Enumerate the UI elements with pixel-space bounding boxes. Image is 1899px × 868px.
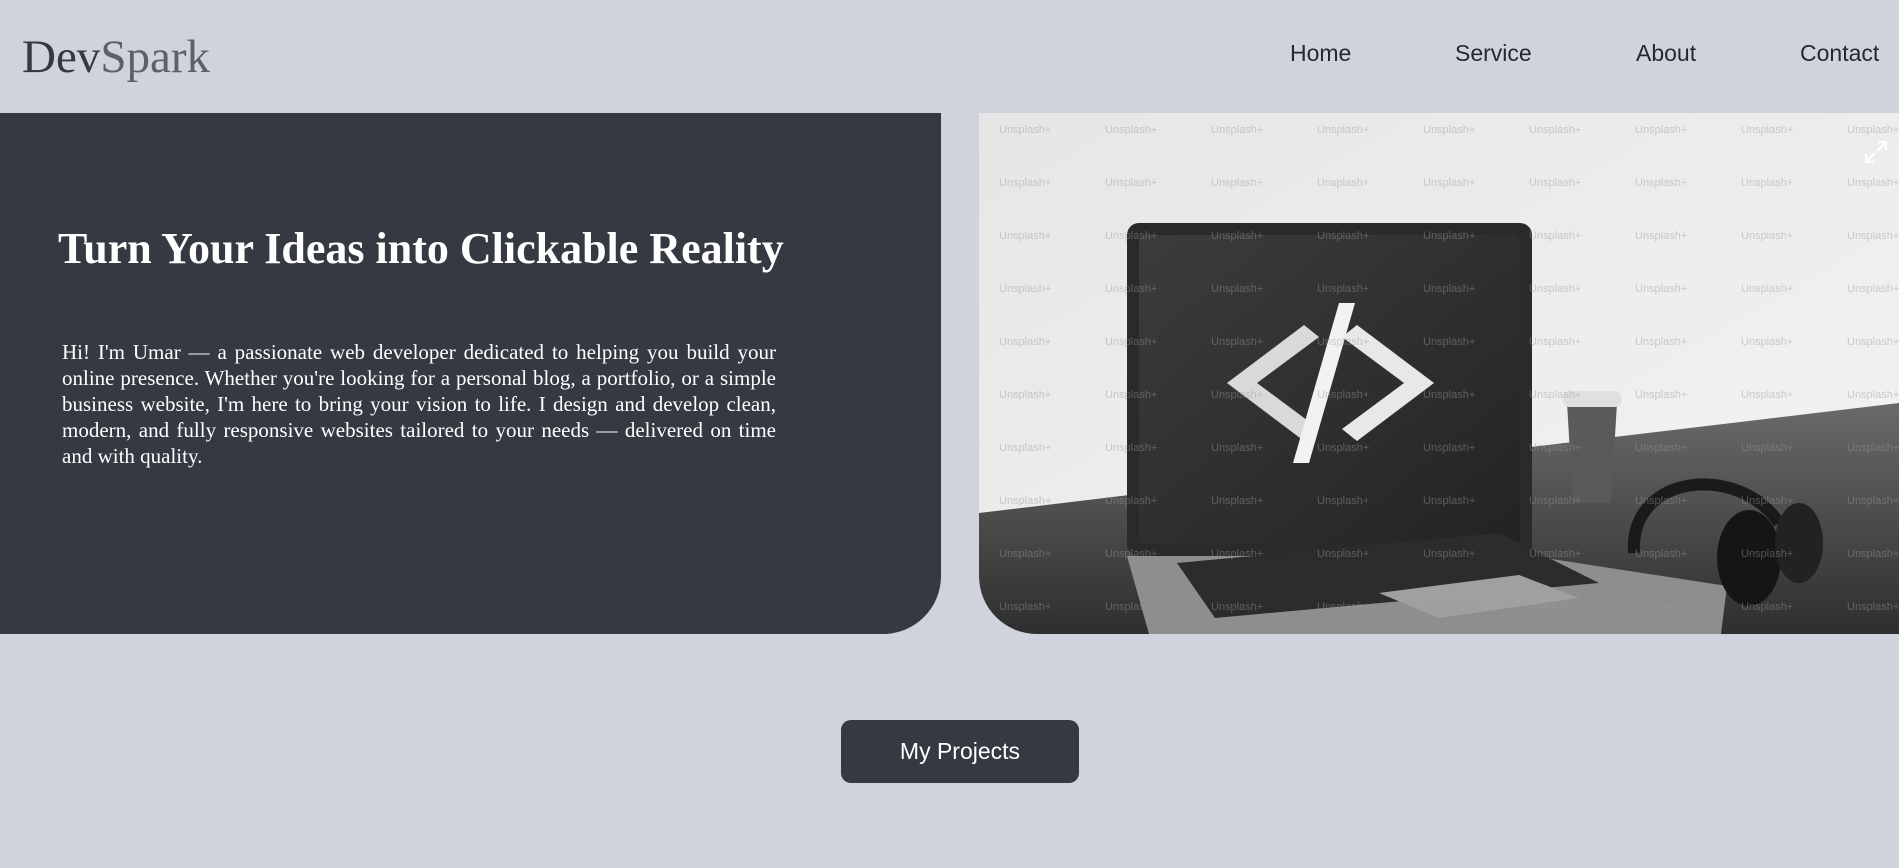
hero-title: Turn Your Ideas into Clickable Reality [58, 224, 784, 273]
my-projects-button[interactable]: My Projects [841, 720, 1079, 783]
laptop-code-illustration: Unsplash+ [979, 113, 1899, 634]
nav-about[interactable]: About [1636, 40, 1696, 67]
nav-home[interactable]: Home [1290, 40, 1351, 67]
expand-icon[interactable] [1863, 139, 1889, 165]
hero-description: Hi! I'm Umar — a passionate web develope… [62, 340, 776, 468]
nav-service[interactable]: Service [1455, 40, 1532, 67]
main-nav: Home Service About Contact [0, 40, 1899, 70]
hero-panel: Turn Your Ideas into Clickable Reality H… [0, 113, 941, 634]
hero-image: Unsplash+ [979, 113, 1899, 634]
nav-contact[interactable]: Contact [1800, 40, 1879, 67]
